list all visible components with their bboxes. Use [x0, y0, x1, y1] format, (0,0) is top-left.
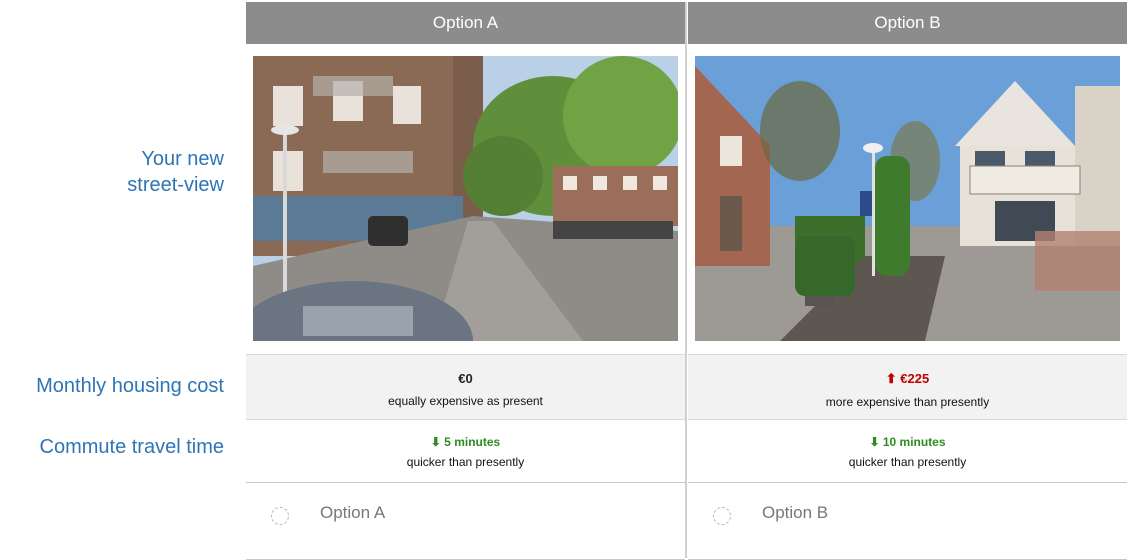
option-b-housing-cost: ⬆ €225 more expensive than presently — [688, 354, 1127, 420]
option-b-commute: ⬇ 10 minutes quicker than presently — [688, 419, 1127, 481]
option-a-housing-cost: €0 equally expensive as present — [246, 354, 685, 420]
row-label-street-view-line1: Your new — [141, 148, 224, 170]
option-a-header: Option A — [246, 2, 685, 44]
option-a-column: Option A €0 equally expensive as present… — [246, 2, 685, 560]
option-b-column: Option B ⬆ €225 more expensive than pres… — [688, 2, 1127, 560]
row-label-housing-cost: Monthly housing cost — [36, 375, 224, 397]
option-a-street-photo — [253, 56, 678, 341]
row-label-commute: Commute travel time — [39, 436, 225, 458]
option-a-cost-description: equally expensive as present — [388, 394, 543, 408]
option-b-cost-value: ⬆ €225 — [885, 371, 930, 386]
option-b-choice[interactable]: Option B — [688, 482, 1127, 560]
option-a-commute-description: quicker than presently — [406, 455, 525, 469]
column-divider — [685, 2, 687, 558]
option-a-choice[interactable]: Option A — [246, 482, 685, 560]
row-label-street-view: Your new street-view — [127, 146, 224, 198]
option-b-street-photo — [695, 56, 1120, 341]
option-b-radio-button[interactable] — [713, 507, 731, 525]
option-a-radio-button[interactable] — [271, 507, 289, 525]
row-label-street-view-line2: street-view — [127, 174, 224, 196]
option-a-commute-value: ⬇ 5 minutes — [430, 435, 501, 449]
option-b-commute-description: quicker than presently — [848, 455, 967, 469]
option-b-choice-label[interactable]: Option B — [762, 503, 828, 523]
option-a-choice-label[interactable]: Option A — [320, 503, 385, 523]
option-b-header: Option B — [688, 2, 1127, 44]
option-b-cost-description: more expensive than presently — [825, 395, 990, 409]
option-a-commute: ⬇ 5 minutes quicker than presently — [246, 419, 685, 481]
option-b-commute-value: ⬇ 10 minutes — [869, 435, 946, 449]
option-a-cost-value: €0 — [458, 371, 473, 386]
